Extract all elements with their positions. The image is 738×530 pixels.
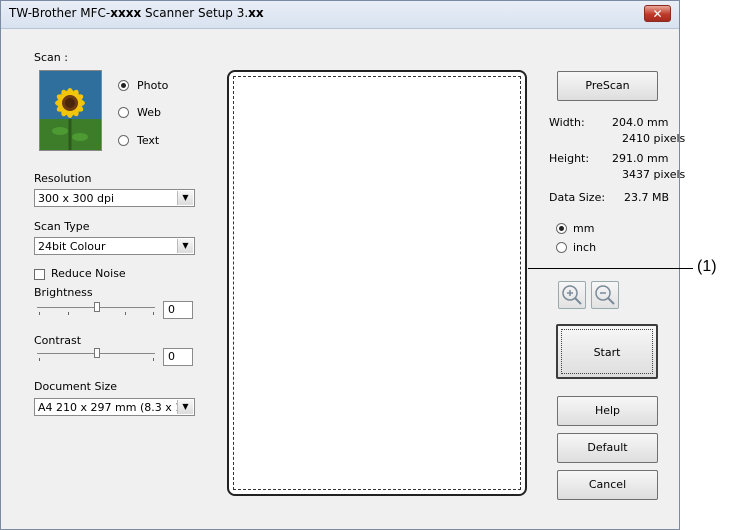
scanner-setup-window: TW-Brother MFC-xxxx Scanner Setup 3.xx ✕… — [0, 0, 685, 530]
scan-label: Scan : — [34, 51, 68, 64]
photo-radio[interactable] — [118, 80, 129, 91]
contrast-label: Contrast — [34, 334, 82, 347]
cancel-button[interactable]: Cancel — [557, 470, 658, 500]
data-size-value: 23.7 MB — [624, 191, 670, 204]
photo-radio-label[interactable]: Photo — [137, 79, 168, 92]
scan-preview-area[interactable] — [227, 70, 527, 496]
inch-radio-label[interactable]: inch — [573, 241, 596, 254]
brightness-label: Brightness — [34, 286, 93, 299]
reduce-noise-label[interactable]: Reduce Noise — [51, 267, 126, 280]
width-label: Width: — [549, 116, 585, 129]
mm-radio[interactable] — [556, 223, 567, 234]
width-mm-value: 204.0 mm — [612, 116, 669, 129]
resolution-label: Resolution — [34, 172, 92, 185]
brightness-value-field[interactable]: 0 — [163, 301, 193, 319]
default-button[interactable]: Default — [557, 433, 658, 463]
document-size-value: A4 210 x 297 mm (8.3 x 11. — [38, 401, 193, 414]
chevron-down-icon: ▼ — [177, 191, 193, 205]
text-radio[interactable] — [118, 135, 129, 146]
close-icon: ✕ — [652, 7, 663, 21]
resolution-value: 300 x 300 dpi — [38, 192, 115, 205]
width-pixels-value: 2410 pixels — [622, 132, 686, 145]
height-mm-value: 291.0 mm — [612, 152, 669, 165]
chevron-down-icon: ▼ — [177, 400, 193, 414]
scan-type-select[interactable]: 24bit Colour ▼ — [34, 237, 195, 255]
scan-area-selection[interactable] — [233, 76, 521, 490]
text-radio-label[interactable]: Text — [137, 134, 159, 147]
mm-radio-label[interactable]: mm — [573, 222, 594, 235]
contrast-value-field[interactable]: 0 — [163, 348, 193, 366]
web-radio-label[interactable]: Web — [137, 106, 161, 119]
callout-label: (1) — [697, 258, 717, 275]
contrast-slider[interactable] — [37, 347, 157, 363]
scan-type-value: 24bit Colour — [38, 240, 106, 253]
brightness-slider-thumb[interactable] — [94, 302, 100, 312]
data-size-label: Data Size: — [549, 191, 606, 204]
zoom-in-icon — [562, 285, 582, 305]
web-radio[interactable] — [118, 107, 129, 118]
reduce-noise-checkbox[interactable] — [34, 269, 45, 280]
height-label: Height: — [549, 152, 590, 165]
resolution-select[interactable]: 300 x 300 dpi ▼ — [34, 189, 195, 207]
height-pixels-value: 3437 pixels — [622, 168, 686, 181]
prescan-button[interactable]: PreScan — [557, 71, 658, 101]
document-size-label: Document Size — [34, 380, 118, 393]
scan-type-label: Scan Type — [34, 220, 90, 233]
zoom-out-icon — [595, 285, 615, 305]
zoom-in-button[interactable] — [558, 281, 586, 309]
title-bar[interactable]: TW-Brother MFC-xxxx Scanner Setup 3.xx ✕ — [1, 1, 679, 29]
contrast-slider-thumb[interactable] — [94, 348, 100, 358]
callout-line — [528, 268, 693, 269]
brightness-slider[interactable] — [37, 301, 157, 317]
help-button[interactable]: Help — [557, 396, 658, 426]
zoom-out-button[interactable] — [591, 281, 619, 309]
start-button-label: Start — [561, 329, 653, 374]
inch-radio[interactable] — [556, 242, 567, 253]
window-title: TW-Brother MFC-xxxx Scanner Setup 3.xx — [9, 6, 264, 20]
photo-preview-image — [39, 70, 102, 151]
document-size-select[interactable]: A4 210 x 297 mm (8.3 x 11. ▼ — [34, 398, 195, 416]
close-button[interactable]: ✕ — [644, 5, 671, 22]
chevron-down-icon: ▼ — [177, 239, 193, 253]
start-button[interactable]: Start — [556, 324, 658, 379]
